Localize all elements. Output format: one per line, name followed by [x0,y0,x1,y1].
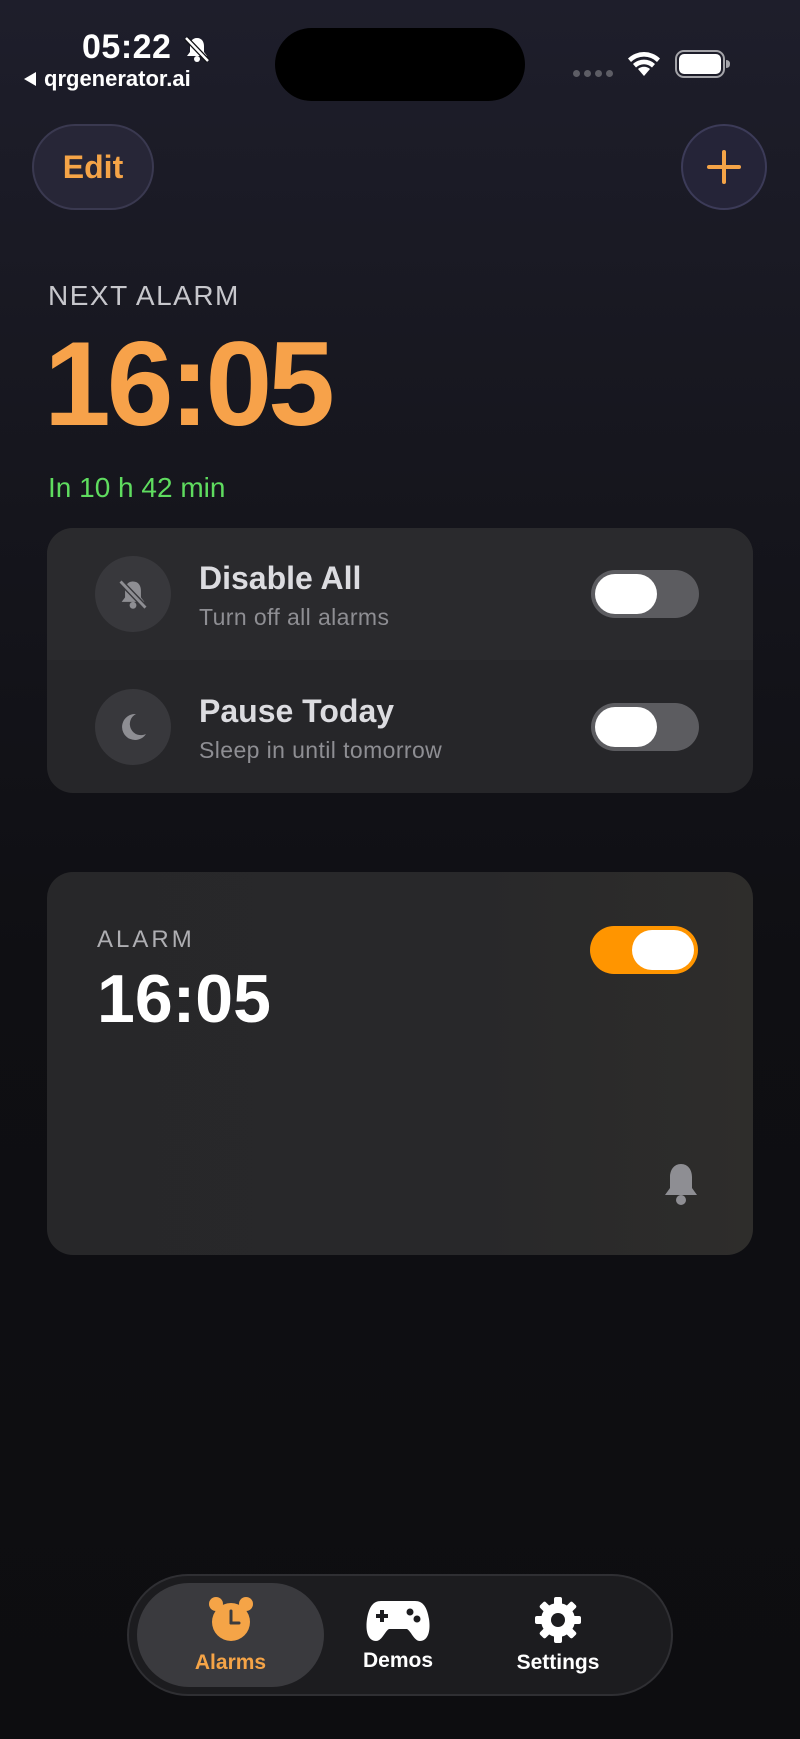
moon-icon [95,689,171,765]
pause-today-subtitle: Sleep in until tomorrow [199,737,443,763]
alarm-card[interactable]: ALARM 16:05 [47,872,753,1255]
pause-today-row: Pause Today Sleep in until tomorrow [47,661,753,793]
wifi-icon [628,52,660,76]
back-to-app-link[interactable]: qrgenerator.ai [24,66,191,92]
disable-all-title: Disable All [199,560,362,596]
next-alarm-label: NEXT ALARM [48,280,240,311]
dynamic-island [275,28,525,101]
back-app-name: qrgenerator.ai [44,66,191,91]
pause-today-title: Pause Today [199,693,395,729]
battery-icon [675,50,730,78]
alarm-label: ALARM [97,926,195,953]
cellular-signal-icon [573,70,613,77]
alarm-time: 16:05 [97,961,271,1037]
disable-all-subtitle: Turn off all alarms [199,604,390,630]
tab-bar: Alarms Demos Settings [127,1574,673,1696]
alarm-options-card: Disable All Turn off all alarms Pause To… [47,528,753,793]
alarm-toggle[interactable] [590,926,698,974]
bell-slash-icon [184,36,210,63]
bell-icon [665,1164,697,1205]
disable-all-toggle[interactable] [591,570,699,618]
plus-icon [707,150,741,184]
next-alarm-time: 16:05 [44,317,335,451]
tab-settings-label: Settings [516,1651,600,1674]
tab-settings[interactable]: Settings [473,1576,643,1694]
tab-demos-label: Demos [362,1649,434,1672]
tab-demos[interactable]: Demos [325,1576,471,1694]
edit-button[interactable]: Edit [32,124,154,210]
back-arrow-icon [24,72,36,86]
add-alarm-button[interactable] [681,124,767,210]
tab-alarms-label: Alarms [194,1651,267,1674]
status-time: 05:22 [82,28,172,66]
next-alarm-countdown: In 10 h 42 min [48,472,226,503]
gear-icon [535,1597,581,1643]
bell-slash-icon [95,556,171,632]
disable-all-row: Disable All Turn off all alarms [47,528,753,660]
gamepad-icon [366,1601,430,1641]
pause-today-toggle[interactable] [591,703,699,751]
alarm-clock-icon [208,1597,253,1641]
tab-alarms[interactable]: Alarms [137,1583,324,1687]
